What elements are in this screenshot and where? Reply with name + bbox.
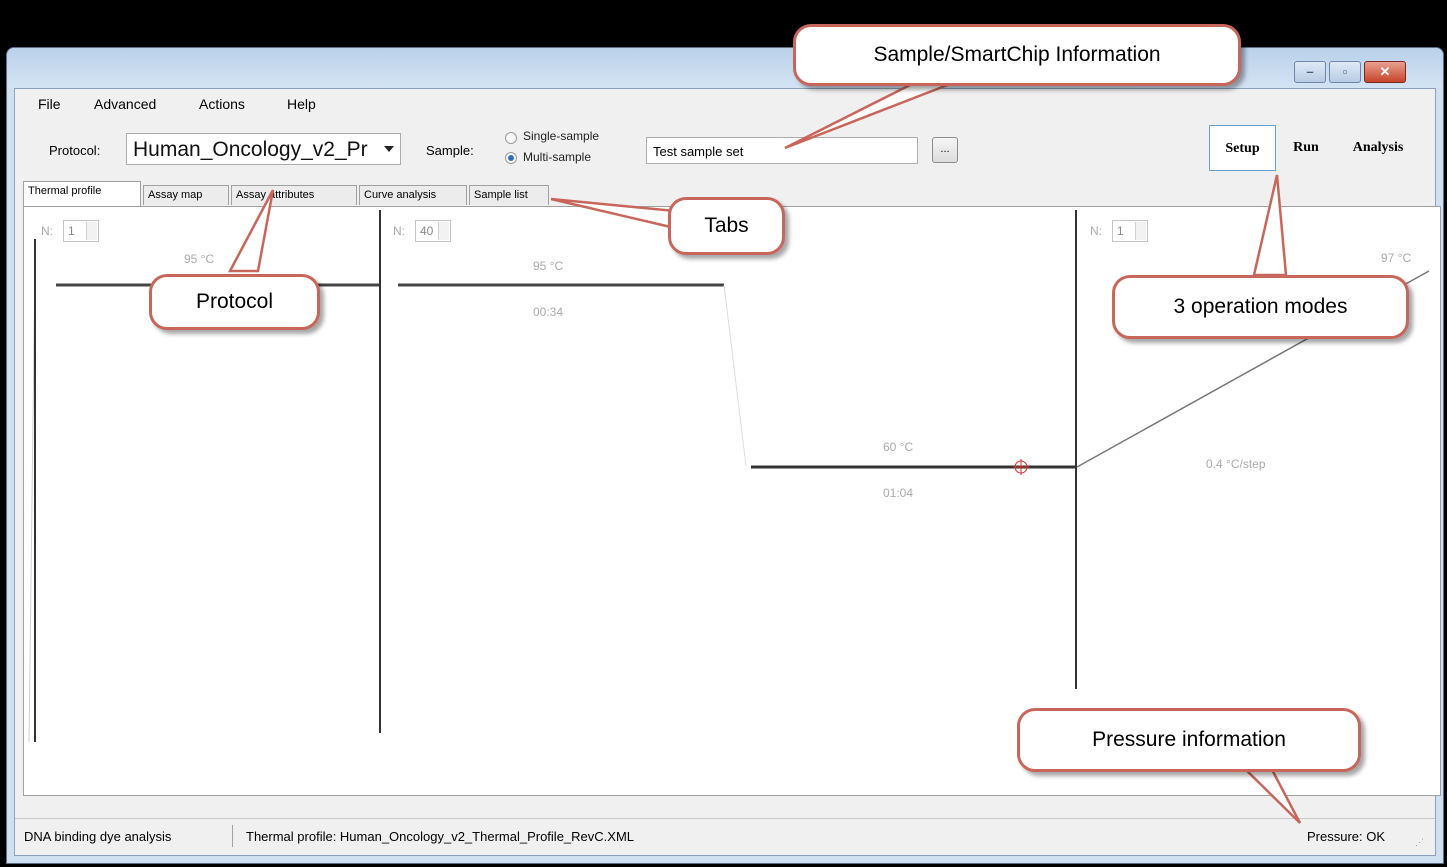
callout-protocol: Protocol — [149, 274, 320, 330]
callout-operation-modes: 3 operation modes — [1112, 275, 1409, 339]
callout-pressure-info: Pressure information — [1017, 708, 1361, 772]
callout-sample-info: Sample/SmartChip Information — [793, 24, 1241, 86]
callout-tabs: Tabs — [668, 197, 785, 255]
